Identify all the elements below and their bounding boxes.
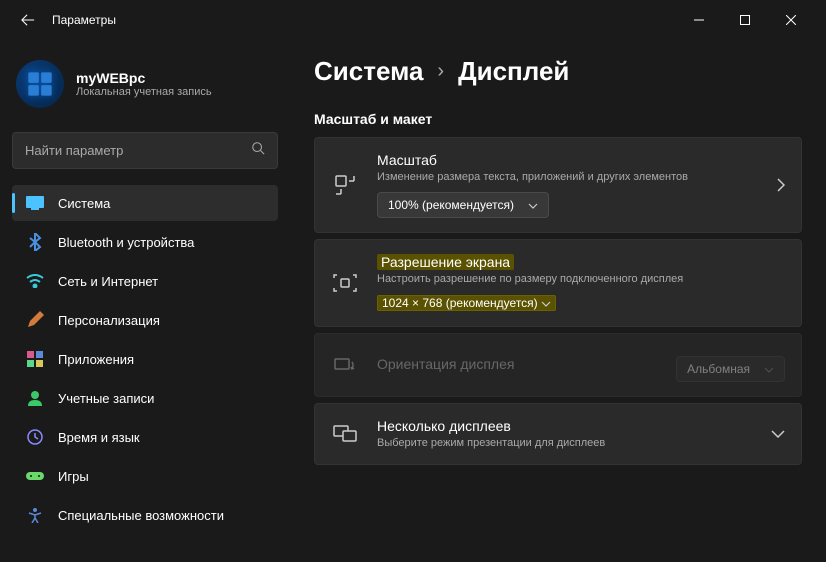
card-desc: Выберите режим презентации для дисплеев xyxy=(377,436,753,450)
username: myWEBpc xyxy=(76,70,212,86)
close-button[interactable] xyxy=(768,4,814,36)
accessibility-icon xyxy=(26,506,44,524)
nav-label: Приложения xyxy=(58,352,134,367)
personalize-icon xyxy=(26,311,44,329)
card-title: Разрешение экрана xyxy=(377,254,514,270)
search-input[interactable] xyxy=(25,143,251,158)
chevron-right-icon: › xyxy=(437,60,444,83)
bluetooth-icon xyxy=(26,233,44,251)
sidebar-item-personalization[interactable]: Персонализация xyxy=(12,302,278,338)
nav-label: Bluetooth и устройства xyxy=(58,235,194,250)
card-orientation[interactable]: Ориентация дисплея Альбомная xyxy=(314,333,802,397)
chevron-right-icon xyxy=(777,178,785,192)
resolution-dropdown[interactable]: 1024 × 768 (рекомендуется) xyxy=(377,295,556,311)
search-icon xyxy=(251,141,265,160)
minimize-button[interactable] xyxy=(676,4,722,36)
clock-icon xyxy=(26,428,44,446)
card-resolution[interactable]: Разрешение экрана Настроить разрешение п… xyxy=(314,239,802,326)
card-desc: Настроить разрешение по размеру подключе… xyxy=(377,272,785,286)
wifi-icon xyxy=(26,272,44,290)
sidebar-item-system[interactable]: Система xyxy=(12,185,278,221)
nav-label: Сеть и Интернет xyxy=(58,274,158,289)
window-title: Параметры xyxy=(52,13,116,27)
resolution-icon xyxy=(331,269,359,297)
nav-label: Персонализация xyxy=(58,313,160,328)
chevron-down-icon xyxy=(541,296,551,310)
card-desc: Изменение размера текста, приложений и д… xyxy=(377,170,759,184)
orientation-icon xyxy=(331,351,359,379)
back-button[interactable] xyxy=(12,4,44,36)
section-title: Масштаб и макет xyxy=(314,111,802,127)
chevron-down-icon xyxy=(771,430,785,438)
nav-label: Система xyxy=(58,196,110,211)
card-scale[interactable]: Масштаб Изменение размера текста, прилож… xyxy=(314,137,802,233)
accounts-icon xyxy=(26,389,44,407)
multiple-displays-icon xyxy=(331,420,359,448)
system-icon xyxy=(26,194,44,212)
card-multiple-displays[interactable]: Несколько дисплеев Выберите режим презен… xyxy=(314,403,802,465)
nav-label: Учетные записи xyxy=(58,391,154,406)
sidebar-item-gaming[interactable]: Игры xyxy=(12,458,278,494)
gaming-icon xyxy=(26,467,44,485)
scale-icon xyxy=(331,171,359,199)
dropdown-value: 100% (рекомендуется) xyxy=(388,198,514,212)
orientation-dropdown[interactable]: Альбомная xyxy=(676,356,785,382)
maximize-button[interactable] xyxy=(722,4,768,36)
card-title: Масштаб xyxy=(377,152,759,168)
sidebar: myWEBpc Локальная учетная запись Система… xyxy=(0,40,290,562)
account-type: Локальная учетная запись xyxy=(76,86,212,98)
nav-label: Игры xyxy=(58,469,89,484)
avatar xyxy=(16,60,64,108)
search-box[interactable] xyxy=(12,132,278,169)
scale-dropdown[interactable]: 100% (рекомендуется) xyxy=(377,192,549,218)
breadcrumb-root[interactable]: Система xyxy=(314,56,423,87)
card-title: Ориентация дисплея xyxy=(377,356,658,372)
dropdown-value: 1024 × 768 (рекомендуется) xyxy=(382,296,538,310)
card-title: Несколько дисплеев xyxy=(377,418,753,434)
user-profile[interactable]: myWEBpc Локальная учетная запись xyxy=(12,52,278,124)
sidebar-item-accounts[interactable]: Учетные записи xyxy=(12,380,278,416)
breadcrumb-current: Дисплей xyxy=(458,56,569,87)
chevron-down-icon xyxy=(528,198,538,212)
nav-list: Система Bluetooth и устройства Сеть и Ин… xyxy=(12,185,278,533)
dropdown-value: Альбомная xyxy=(687,362,750,376)
nav-label: Время и язык xyxy=(58,430,140,445)
titlebar: Параметры xyxy=(0,0,826,40)
chevron-down-icon xyxy=(764,362,774,376)
sidebar-item-network[interactable]: Сеть и Интернет xyxy=(12,263,278,299)
sidebar-item-apps[interactable]: Приложения xyxy=(12,341,278,377)
breadcrumb: Система › Дисплей xyxy=(314,56,802,87)
content: Система › Дисплей Масштаб и макет Масшта… xyxy=(290,40,826,562)
apps-icon xyxy=(26,350,44,368)
sidebar-item-time[interactable]: Время и язык xyxy=(12,419,278,455)
window-controls xyxy=(676,4,814,36)
sidebar-item-bluetooth[interactable]: Bluetooth и устройства xyxy=(12,224,278,260)
nav-label: Специальные возможности xyxy=(58,508,224,523)
sidebar-item-accessibility[interactable]: Специальные возможности xyxy=(12,497,278,533)
